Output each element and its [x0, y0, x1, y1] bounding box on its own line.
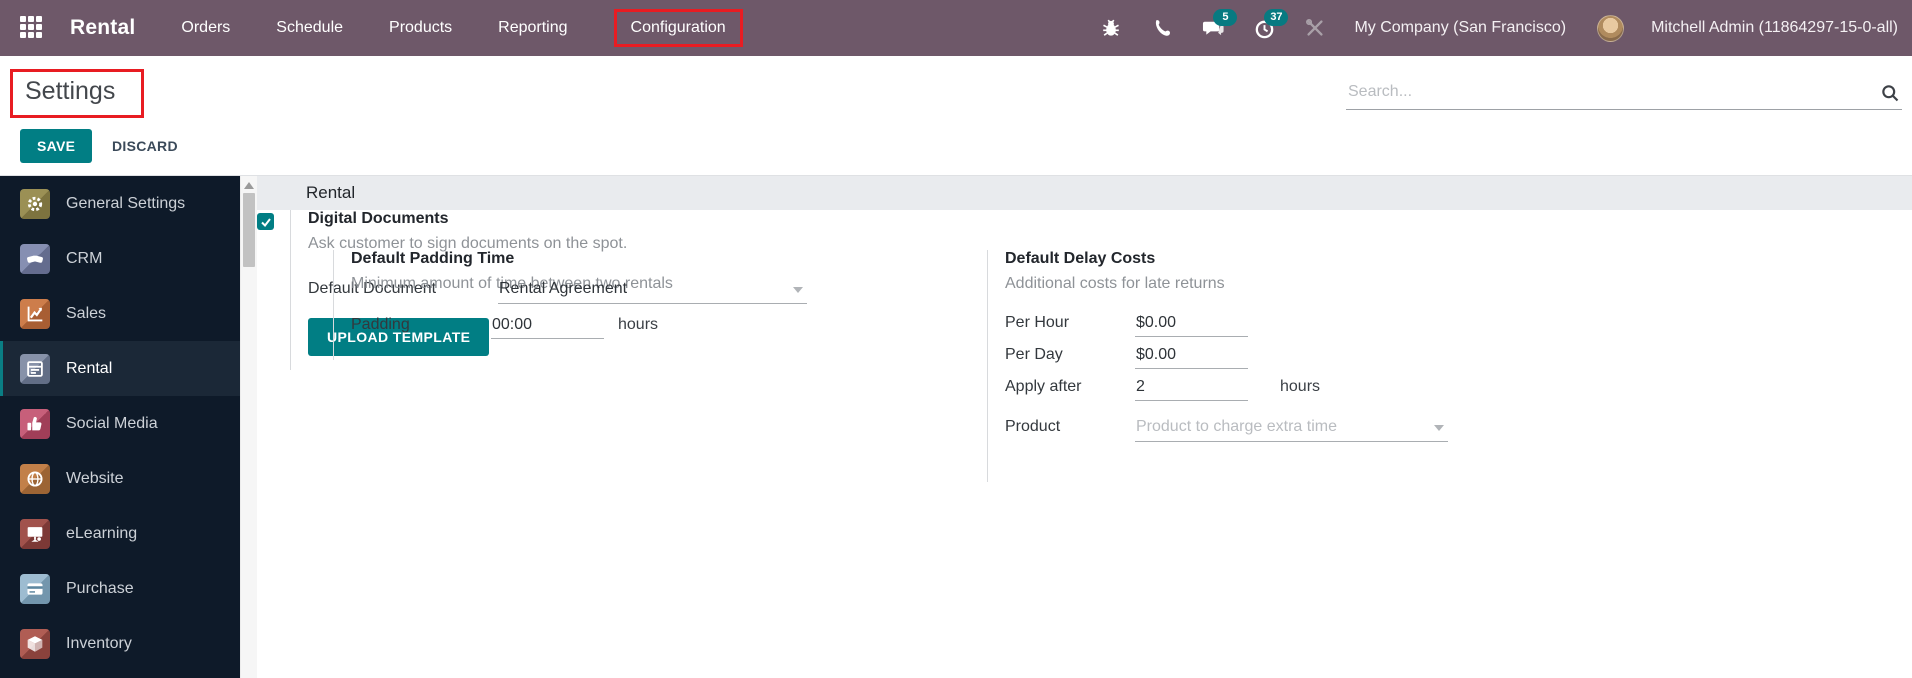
per-day-label: Per Day	[1005, 346, 1135, 364]
search-bar	[1346, 79, 1902, 110]
dev-tools-icon[interactable]	[1303, 16, 1327, 40]
globe-icon	[20, 464, 50, 494]
sidebar-item-website[interactable]: Website	[0, 451, 240, 506]
per-hour-input[interactable]	[1135, 314, 1248, 337]
digital-documents-checkbox[interactable]	[257, 213, 274, 230]
product-label: Product	[1005, 418, 1135, 436]
chat-icon[interactable]: 5	[1201, 16, 1225, 40]
settings-sidebar: General Settings CRM Sales Rental Social…	[0, 176, 240, 678]
apply-after-input[interactable]	[1135, 378, 1248, 401]
sidebar-item-rental[interactable]: Rental	[0, 341, 240, 396]
user-menu[interactable]: Mitchell Admin (11864297-15-0-all)	[1651, 19, 1898, 37]
apply-after-unit: hours	[1280, 378, 1320, 396]
chat-badge: 5	[1213, 9, 1237, 26]
app-name[interactable]: Rental	[70, 16, 135, 40]
bug-icon[interactable]	[1099, 16, 1123, 40]
sidebar-item-label: Social Media	[66, 415, 158, 433]
presentation-icon	[20, 519, 50, 549]
product-select-placeholder: Product to charge extra time	[1136, 418, 1337, 435]
handshake-icon	[20, 244, 50, 274]
padding-input[interactable]	[491, 316, 604, 339]
scrollbar-thumb[interactable]	[243, 193, 255, 267]
chart-icon	[20, 299, 50, 329]
top-navbar: Rental Orders Schedule Products Reportin…	[0, 0, 1912, 56]
menu-item-orders[interactable]: Orders	[181, 19, 230, 37]
control-panel: Settings SAVE DISCARD	[0, 56, 1912, 176]
per-hour-label: Per Hour	[1005, 314, 1135, 332]
sidebar-item-label: Website	[66, 470, 124, 488]
sidebar-item-purchase[interactable]: Purchase	[0, 561, 240, 616]
thumbs-up-icon	[20, 409, 50, 439]
box-icon	[20, 629, 50, 659]
chevron-down-icon	[793, 287, 803, 293]
sidebar-item-elearning[interactable]: eLearning	[0, 506, 240, 561]
setting-title: Default Delay Costs	[1005, 250, 1707, 268]
section-title: Rental	[306, 183, 355, 203]
setting-title: Digital Documents	[308, 210, 807, 228]
padding-label: Padding	[351, 316, 491, 334]
sidebar-item-label: General Settings	[66, 195, 185, 213]
sidebar-item-label: eLearning	[66, 525, 137, 543]
save-button[interactable]: SAVE	[20, 129, 92, 163]
search-input[interactable]	[1346, 79, 1902, 110]
user-avatar[interactable]	[1597, 15, 1624, 42]
sidebar-item-crm[interactable]: CRM	[0, 231, 240, 286]
search-icon[interactable]	[1880, 83, 1900, 108]
menu-item-products[interactable]: Products	[389, 19, 452, 37]
gear-icon	[20, 189, 50, 219]
phone-icon[interactable]	[1150, 16, 1174, 40]
menu-item-configuration[interactable]: Configuration	[614, 9, 743, 47]
menu-item-reporting[interactable]: Reporting	[498, 19, 567, 37]
setting-title: Default Padding Time	[351, 250, 893, 268]
discard-button[interactable]: DISCARD	[106, 137, 184, 155]
padding-unit: hours	[618, 316, 658, 334]
section-header: Rental	[257, 176, 1912, 210]
apps-grid-icon[interactable]	[20, 16, 44, 40]
activity-clock-icon[interactable]: 37	[1252, 16, 1276, 40]
product-select[interactable]: Product to charge extra time	[1135, 418, 1448, 442]
sidebar-item-label: CRM	[66, 250, 102, 268]
sidebar-item-label: Purchase	[66, 580, 134, 598]
calendar-table-icon	[20, 354, 50, 384]
sidebar-scrollbar[interactable]	[240, 176, 257, 678]
sidebar-item-inventory[interactable]: Inventory	[0, 616, 240, 671]
sidebar-item-label: Inventory	[66, 635, 132, 653]
activity-badge: 37	[1264, 9, 1288, 26]
menu-item-schedule[interactable]: Schedule	[276, 19, 343, 37]
credit-card-icon	[20, 574, 50, 604]
settings-main-panel: Rental Default Padding Time Minimum amou…	[257, 176, 1912, 678]
chevron-down-icon	[1434, 425, 1444, 431]
scroll-up-arrow-icon[interactable]	[244, 182, 254, 189]
sidebar-item-label: Sales	[66, 305, 106, 323]
sidebar-item-label: Rental	[66, 360, 112, 378]
setting-block-default-padding-time: Default Padding Time Minimum amount of t…	[333, 250, 893, 360]
default-document-select[interactable]: Rental Agreement	[498, 280, 807, 304]
page-title: Settings	[10, 69, 144, 118]
systray: 5 37 My Company (San Francisco) Mitchell…	[1099, 15, 1898, 42]
default-document-value: Rental Agreement	[499, 280, 627, 297]
main-menu: Orders Schedule Products Reporting Confi…	[181, 9, 742, 47]
company-switcher[interactable]: My Company (San Francisco)	[1354, 19, 1566, 37]
per-day-input[interactable]	[1135, 346, 1248, 369]
apply-after-label: Apply after	[1005, 378, 1135, 396]
sidebar-item-social-media[interactable]: Social Media	[0, 396, 240, 451]
sidebar-item-general-settings[interactable]: General Settings	[0, 176, 240, 231]
check-icon	[260, 216, 272, 228]
setting-block-default-delay-costs: Default Delay Costs Additional costs for…	[987, 250, 1707, 482]
setting-subtitle: Additional costs for late returns	[1005, 275, 1707, 293]
sidebar-item-sales[interactable]: Sales	[0, 286, 240, 341]
